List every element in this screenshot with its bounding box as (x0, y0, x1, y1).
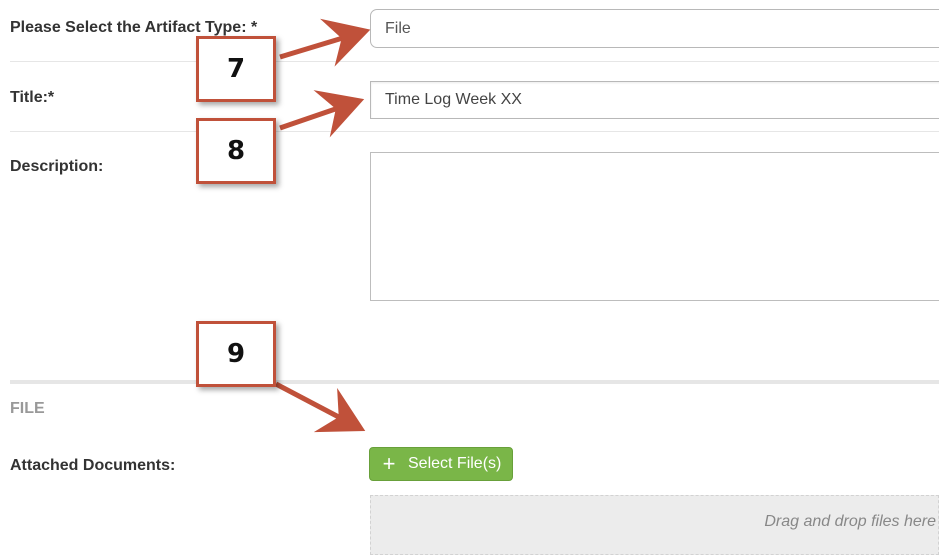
arrow-7 (279, 18, 371, 67)
arrow-9 (274, 381, 366, 433)
callout-8: 8 (196, 118, 276, 184)
arrow-8 (279, 90, 365, 138)
callout-9: 9 (196, 321, 276, 387)
annotation-arrows (274, 18, 371, 433)
callout-7: 7 (196, 36, 276, 102)
